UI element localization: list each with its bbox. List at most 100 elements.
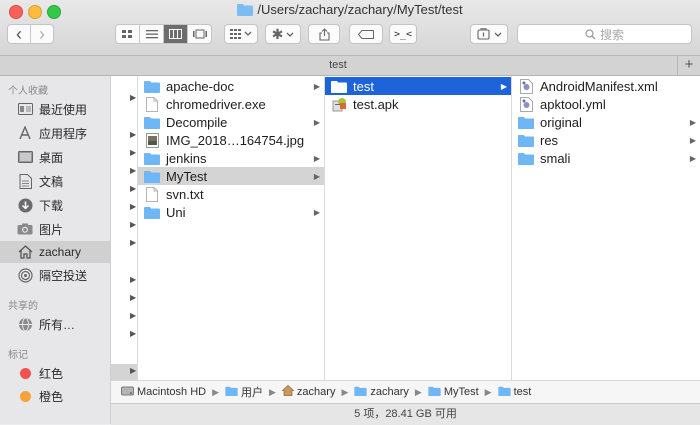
- path-separator-icon: ▶: [484, 386, 492, 397]
- sidebar-item-zachary[interactable]: zachary: [0, 241, 110, 263]
- sidebar-item-desktop[interactable]: 桌面: [0, 146, 110, 168]
- column-2[interactable]: apache-doc ▶ chromedriver.exe Decompile ▶ IMG…: [138, 76, 325, 380]
- file-name: Decompile: [166, 114, 228, 130]
- toolbox-icon: [476, 28, 490, 40]
- sidebar-item-tag-red[interactable]: 红色: [0, 362, 110, 384]
- path-segment[interactable]: zachary: [354, 386, 409, 399]
- pictures-icon: [16, 221, 34, 237]
- documents-icon: [16, 173, 34, 189]
- column-4[interactable]: AndroidManifest.xml apktool.yml original ▶ r…: [512, 76, 700, 380]
- group-button[interactable]: [224, 24, 258, 44]
- file-row[interactable]: IMG_2018…164754.jpg: [138, 131, 324, 149]
- gallery-view-button[interactable]: [188, 25, 211, 43]
- file-row[interactable]: apache-doc ▶: [138, 77, 324, 95]
- file-row[interactable]: AndroidManifest.xml: [512, 77, 700, 95]
- sidebar-item-tag-orange[interactable]: 橙色: [0, 385, 110, 407]
- path-segment[interactable]: test: [497, 386, 531, 399]
- sidebar-item-applications[interactable]: 应用程序: [0, 122, 110, 144]
- file-row[interactable]: MyTest ▶: [138, 167, 324, 185]
- image-icon: [144, 132, 160, 148]
- sidebar-item-pictures[interactable]: 图片: [0, 218, 110, 240]
- disclosure-arrow-icon: ▶: [130, 311, 137, 320]
- sidebar-item-label: 应用程序: [39, 126, 88, 141]
- file-row[interactable]: test ▶: [325, 77, 511, 95]
- path-segment[interactable]: Macintosh HD: [121, 386, 206, 399]
- folder-icon: [225, 386, 238, 399]
- back-button[interactable]: ‹: [8, 25, 31, 43]
- path-segment[interactable]: 用户: [225, 384, 263, 400]
- folder-icon: [518, 151, 534, 165]
- xml-icon: [518, 78, 534, 94]
- tab-test[interactable]: test: [0, 59, 676, 71]
- sidebar-item-label: 红色: [39, 366, 64, 381]
- disclosure-arrow-icon: ▶: [689, 135, 696, 145]
- terminal-button[interactable]: >_<: [389, 24, 417, 44]
- desktop-icon: [16, 149, 34, 165]
- sidebar-item-recents[interactable]: 最近使用: [0, 98, 110, 120]
- folder-icon: [518, 133, 534, 147]
- file-row[interactable]: apktool.yml: [512, 95, 700, 113]
- file-row[interactable]: Decompile ▶: [138, 113, 324, 131]
- file-row[interactable]: original ▶: [512, 113, 700, 131]
- path-segment-label: MyTest: [443, 386, 479, 398]
- shared-header: 共享的: [8, 301, 38, 312]
- file-name: MyTest: [166, 168, 208, 184]
- sidebar-item-label: 最近使用: [39, 102, 88, 117]
- file-name: apktool.yml: [540, 96, 606, 112]
- orange-tag-icon: [16, 388, 34, 404]
- sidebar-item-downloads[interactable]: 下载: [0, 194, 110, 216]
- share-button[interactable]: [308, 24, 340, 44]
- path-separator-icon: ▶: [269, 386, 276, 397]
- sidebar-item-airdrop[interactable]: 隔空投送: [0, 264, 110, 286]
- window-title-area: /Users/zachary/zachary/MyTest/test: [0, 2, 700, 17]
- file-row[interactable]: res ▶: [512, 131, 700, 149]
- folder-icon: [144, 151, 160, 165]
- sidebar-item-documents[interactable]: 文稿: [0, 170, 110, 192]
- disclosure-arrow-icon: ▶: [130, 293, 137, 302]
- gear-icon: ✱: [271, 25, 284, 42]
- xml-icon: [518, 96, 534, 112]
- action-button[interactable]: ✱: [265, 24, 301, 44]
- search-field[interactable]: 搜索: [517, 24, 692, 44]
- file-row[interactable]: test.apk: [325, 95, 511, 113]
- folder-icon: [144, 115, 160, 129]
- path-segment-label: zachary: [370, 386, 409, 398]
- home-icon: [16, 244, 34, 260]
- file-name: apache-doc: [166, 78, 234, 94]
- disclosure-arrow-icon: ▶: [313, 117, 320, 127]
- column-view-button[interactable]: [164, 25, 188, 43]
- disclosure-arrow-icon: ▶: [313, 153, 320, 163]
- icon-view-button[interactable]: [116, 25, 140, 43]
- sidebar-item-label: 橙色: [39, 389, 64, 404]
- file-icon: [144, 96, 160, 112]
- path-separator-icon: ▶: [341, 386, 349, 397]
- disclosure-arrow-icon: ▶: [130, 238, 137, 247]
- file-row[interactable]: svn.txt: [138, 185, 324, 203]
- file-row[interactable]: jenkins ▶: [138, 149, 324, 167]
- path-segment[interactable]: MyTest: [428, 386, 479, 399]
- disclosure-arrow-icon: ▶: [313, 207, 320, 217]
- tags-button[interactable]: [349, 24, 383, 44]
- sidebar-item-all-shared[interactable]: 所有…: [0, 313, 110, 335]
- forward-button[interactable]: ›: [31, 25, 53, 43]
- sidebar-item-label: 隔空投送: [39, 268, 88, 283]
- list-view-button[interactable]: [140, 25, 164, 43]
- file-name: original: [540, 114, 582, 130]
- file-row[interactable]: chromedriver.exe: [138, 95, 324, 113]
- recents-icon: [16, 101, 34, 117]
- chevron-left-icon: ‹: [16, 24, 22, 44]
- path-segment[interactable]: zachary: [281, 385, 335, 399]
- disclosure-arrow-icon: ▶: [130, 184, 137, 193]
- red-tag-icon: [16, 365, 34, 381]
- view-mode-control: [115, 24, 212, 44]
- tag-icon: [358, 29, 374, 39]
- sidebar-item-label: zachary: [39, 245, 82, 259]
- column-3[interactable]: test ▶ test.apk: [325, 76, 512, 380]
- sidebar-item-label: 下载: [39, 198, 64, 213]
- disclosure-arrow-icon: ▶: [130, 148, 137, 157]
- file-row[interactable]: Uni ▶: [138, 203, 324, 221]
- new-tab-button[interactable]: +: [677, 56, 700, 75]
- titlebar: /Users/zachary/zachary/MyTest/test ‹ › ✱…: [0, 0, 700, 56]
- file-row[interactable]: smali ▶: [512, 149, 700, 167]
- app-menu-button[interactable]: [470, 24, 508, 44]
